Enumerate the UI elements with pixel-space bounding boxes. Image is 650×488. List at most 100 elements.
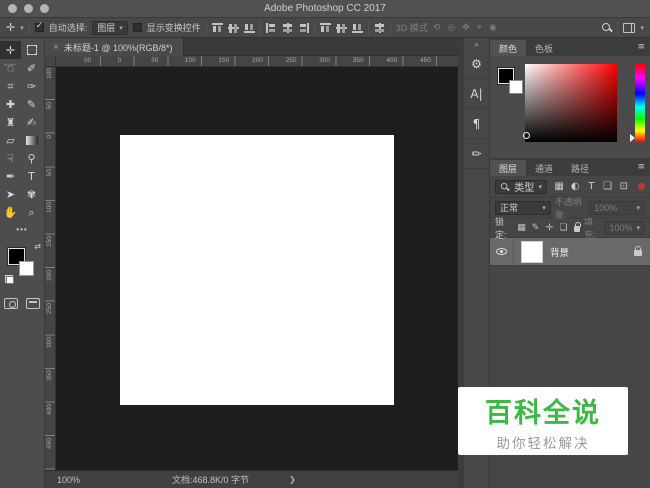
layer-filter-dropdown[interactable]: 类型 ▾ <box>495 179 547 194</box>
lasso-tool[interactable]: ➰ <box>0 59 21 77</box>
character-panel-icon[interactable]: A| <box>463 79 490 109</box>
document-canvas[interactable] <box>120 135 394 405</box>
lock-transparency-icon[interactable]: ▦ <box>516 223 528 233</box>
auto-select-checkbox[interactable] <box>34 21 44 32</box>
show-transform-checkbox[interactable] <box>132 23 142 32</box>
fill-dropdown[interactable]: 100% ▾ <box>604 220 646 235</box>
marquee-tool[interactable] <box>21 41 42 59</box>
distribute-vertical-centers-icon[interactable] <box>335 23 347 33</box>
paragraph-panel-icon[interactable]: ¶ <box>463 109 490 139</box>
layers-panel-tab[interactable]: 图层 <box>490 160 527 176</box>
background-color-swatch[interactable] <box>509 80 523 94</box>
canvas-background[interactable] <box>56 67 458 470</box>
crop-tool[interactable]: ⌗ <box>0 77 21 95</box>
expand-panels-icon[interactable]: » <box>464 38 489 49</box>
lasso-tool-icon: ➰ <box>3 61 18 75</box>
properties-panel-icon[interactable]: ⚙ <box>463 49 490 79</box>
layer-row-background[interactable]: 背景 <box>490 237 650 266</box>
eraser-tool[interactable]: ▱ <box>0 131 21 149</box>
filter-smart-object-icon[interactable]: ⊡ <box>617 181 631 192</box>
color-panel-tab[interactable]: 色板 <box>526 40 563 56</box>
ruler-label: 400 <box>386 57 398 64</box>
ruler-origin[interactable] <box>45 56 56 67</box>
hue-slider-marker-icon[interactable] <box>630 134 635 142</box>
type-tool[interactable]: T <box>21 167 42 185</box>
pen-tool-icon: ✒ <box>5 169 16 183</box>
default-colors-icon[interactable] <box>5 275 14 284</box>
screen-mode-button[interactable] <box>26 298 40 309</box>
filter-toggle-icon[interactable] <box>638 183 645 190</box>
color-picker-circle-icon[interactable] <box>523 132 530 139</box>
quick-mask-button[interactable] <box>4 298 18 309</box>
align-top-edges-icon[interactable] <box>211 22 223 33</box>
panel-menu-icon[interactable]: ≡ <box>637 162 645 172</box>
hue-slider[interactable] <box>635 64 645 142</box>
zoom-level-field[interactable]: 100% <box>57 475 117 485</box>
align-bottom-edges-icon[interactable] <box>243 23 255 33</box>
filter-adjustment-icon[interactable]: ◐ <box>568 181 582 192</box>
history-brush-tool[interactable]: ✍ <box>21 113 42 131</box>
panel-menu-icon[interactable]: ≡ <box>637 42 645 52</box>
auto-select-dropdown[interactable]: 图层 ▾ <box>92 20 128 35</box>
distribute-spacing-icon[interactable] <box>374 22 385 33</box>
photoshop-window: Adobe Photoshop CC 2017 ✛ ▾ 自动选择: 图层 ▾ 显… <box>0 0 650 488</box>
move-tool[interactable]: ✛ <box>0 41 21 59</box>
search-icon[interactable] <box>602 22 612 33</box>
smudge-tool[interactable]: ☟ <box>0 149 21 167</box>
edit-toolbar-button[interactable]: ••• <box>0 225 44 234</box>
saturation-brightness-field[interactable] <box>525 64 617 142</box>
distribute-bottom-edges-icon[interactable] <box>351 23 363 33</box>
filter-shape-icon[interactable]: ❏ <box>601 181 615 192</box>
clone-stamp-tool[interactable]: ♜ <box>0 113 21 131</box>
close-tab-icon[interactable]: × <box>53 42 59 53</box>
color-panel-tab[interactable]: 颜色 <box>490 40 527 56</box>
swap-colors-icon[interactable]: ⇄ <box>34 242 41 251</box>
opacity-dropdown[interactable]: 100% ▾ <box>589 200 645 215</box>
horizontal-ruler[interactable]: 50 0 50 100 150 200 250 300 350 400 450 <box>56 56 458 67</box>
vertical-ruler[interactable]: 100 50 0 50 100 150 200 250 300 350 400 450 <box>45 67 56 470</box>
move-tool-icon: ✛ <box>5 43 16 57</box>
align-vertical-centers-icon[interactable] <box>227 23 239 33</box>
brush-tool[interactable]: ✎ <box>21 95 42 113</box>
watermark-card: 百科全说 助你轻松解决 <box>458 387 628 455</box>
lock-artboard-icon[interactable]: ❏ <box>558 223 570 233</box>
background-color-swatch[interactable] <box>19 261 34 276</box>
tool-preset-chevron-icon[interactable]: ▾ <box>20 24 24 32</box>
align-left-edges-icon[interactable] <box>265 22 277 33</box>
brush-tool-icon: ✎ <box>26 97 37 111</box>
status-bar: 100% 文档:468.8K/0 字节 ❯ <box>45 470 458 488</box>
custom-shape-tool[interactable]: ✾ <box>21 185 42 203</box>
layers-panel-tab[interactable]: 路径 <box>562 160 599 176</box>
document-tab[interactable]: × 未标题-1 @ 100%(RGB/8*) <box>45 38 184 56</box>
blend-mode-row: 正常 ▾ 不透明度: 100% ▾ <box>490 197 650 220</box>
filter-pixel-icon[interactable]: ▦ <box>552 181 566 192</box>
watermark-subtitle: 助你轻松解决 <box>496 436 590 451</box>
chevron-down-icon[interactable]: ▾ <box>640 24 644 32</box>
layer-thumbnail[interactable] <box>521 240 543 263</box>
layer-visibility-cell[interactable] <box>490 237 514 266</box>
distribute-top-edges-icon[interactable] <box>319 22 331 33</box>
blend-mode-dropdown[interactable]: 正常 ▾ <box>495 200 551 215</box>
quick-selection-tool[interactable]: ✐ <box>21 59 42 77</box>
path-selection-tool[interactable]: ➤ <box>0 185 21 203</box>
gradient-tool[interactable] <box>21 131 42 149</box>
color-panel-body <box>490 56 650 158</box>
align-right-edges-icon[interactable] <box>298 22 309 33</box>
filter-type-icon[interactable]: T <box>584 181 598 192</box>
hand-tool[interactable]: ✋ <box>0 203 21 221</box>
align-horizontal-centers-icon[interactable] <box>282 22 293 33</box>
healing-brush-tool[interactable]: ✚ <box>0 95 21 113</box>
workspace-switcher-icon[interactable] <box>623 22 636 33</box>
quick-selection-tool-icon: ✐ <box>26 61 37 75</box>
dodge-tool[interactable]: ⚲ <box>21 149 42 167</box>
layers-panel-tab[interactable]: 通道 <box>526 160 563 176</box>
lock-position-icon[interactable]: ✛ <box>544 223 556 233</box>
pen-tool[interactable]: ✒ <box>0 167 21 185</box>
status-chevron-icon[interactable]: ❯ <box>289 475 296 484</box>
zoom-tool[interactable]: ⌕ <box>21 203 42 221</box>
eyedropper-tool[interactable]: ✑ <box>21 77 42 95</box>
lock-all-icon[interactable] <box>573 222 582 232</box>
lock-pixels-icon[interactable]: ✎ <box>530 223 542 233</box>
brush-panel-icon[interactable]: ✏ <box>463 139 490 169</box>
divider <box>389 20 391 35</box>
